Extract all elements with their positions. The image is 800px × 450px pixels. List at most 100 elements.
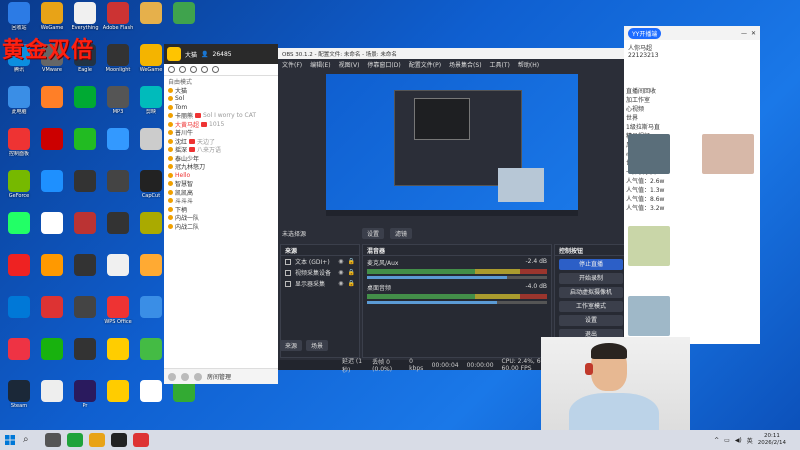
close-icon[interactable]: ✕ <box>751 30 756 37</box>
desktop-icon[interactable] <box>134 254 168 294</box>
music-icon[interactable] <box>194 372 202 381</box>
desktop-icon[interactable] <box>101 254 135 294</box>
desktop-icon[interactable] <box>68 86 102 126</box>
list-item[interactable]: 内战二队 <box>168 222 274 231</box>
desktop-icon[interactable]: CapCut <box>134 170 168 210</box>
list-item[interactable]: 沈红 天边了 <box>168 137 274 146</box>
desktop-icon[interactable] <box>2 338 36 378</box>
source-item[interactable]: 显示器采集 ◉ 🔒 <box>281 278 359 289</box>
desktop-icon[interactable]: 控制面板 <box>2 128 36 168</box>
list-item[interactable]: 斗斗斗 <box>168 197 274 205</box>
list-item[interactable]: 冠九林怒刀 <box>168 163 274 171</box>
room-manage-label[interactable]: 房间管理 <box>207 372 231 381</box>
desktop-icon[interactable]: Moonlight <box>101 44 135 84</box>
list-item[interactable]: Hello <box>168 171 274 180</box>
taskbar-app2-icon[interactable] <box>133 433 149 447</box>
desktop-icon[interactable] <box>35 254 69 294</box>
control-button[interactable]: 启动虚拟摄像机 <box>559 287 623 298</box>
menu-item[interactable]: 配置文件(P) <box>409 60 441 69</box>
volume-slider[interactable] <box>367 276 547 279</box>
volume-icon[interactable]: ◀) <box>735 437 742 444</box>
list-item[interactable]: Sol <box>168 95 274 104</box>
desktop-icon[interactable]: WPS Office <box>101 296 135 336</box>
desktop-icon[interactable] <box>134 338 168 378</box>
desktop-icon[interactable]: MP3 <box>101 86 135 126</box>
source-item[interactable]: 文本 (GDI+) ◉ 🔒 <box>281 256 359 267</box>
desktop-icon[interactable] <box>134 128 168 168</box>
menu-item[interactable]: 帮助(H) <box>518 60 539 69</box>
list-item[interactable]: 下柄 <box>168 205 274 214</box>
list-icon[interactable] <box>212 66 219 73</box>
list-item[interactable]: 凯凯高 <box>168 188 274 197</box>
search-icon[interactable]: ⌕ <box>23 433 39 447</box>
thumb-2[interactable] <box>702 134 754 174</box>
volume-slider[interactable] <box>367 301 547 304</box>
desktop-icon[interactable] <box>68 170 102 210</box>
thumb-4[interactable] <box>628 296 670 336</box>
list-item[interactable]: 内战一队 <box>168 214 274 222</box>
list-item[interactable]: 大黄马超 1015 <box>168 120 274 129</box>
desktop-icon[interactable] <box>68 338 102 378</box>
desktop-icon[interactable]: 此电脑 <box>2 86 36 126</box>
desktop-icon[interactable] <box>134 296 168 336</box>
desktop-icon[interactable] <box>68 128 102 168</box>
obs-preview[interactable] <box>326 74 578 216</box>
thumb-1[interactable] <box>628 134 670 174</box>
desktop-icon[interactable] <box>134 2 168 42</box>
list-item[interactable]: 大猫 <box>168 86 274 95</box>
search-icon[interactable] <box>179 66 186 73</box>
message-icon[interactable] <box>201 66 208 73</box>
tab-sources[interactable]: 来源 <box>280 340 303 351</box>
taskbar-app-icon[interactable] <box>67 433 83 447</box>
chevron-up-icon[interactable]: ^ <box>714 437 719 444</box>
source-settings-button[interactable]: 设置 <box>362 227 385 239</box>
desktop-icon[interactable]: Pr <box>68 380 102 420</box>
source-filters-button[interactable]: 滤镜 <box>390 227 413 239</box>
list-item[interactable]: Tom <box>168 103 274 112</box>
lock-icon[interactable]: 🔒 <box>348 258 355 265</box>
menu-item[interactable]: 场景集合(S) <box>449 60 482 69</box>
taskbar-obs-icon[interactable] <box>111 433 127 447</box>
taskbar-folder-icon[interactable] <box>89 433 105 447</box>
desktop-icon[interactable] <box>101 380 135 420</box>
yy-mode-select[interactable]: 自由模式 <box>164 76 278 86</box>
desktop-icon[interactable] <box>35 212 69 252</box>
desktop-icon[interactable] <box>101 212 135 252</box>
menu-item[interactable]: 停靠窗口(D) <box>367 60 400 69</box>
source-item[interactable]: 视频采集设备 ◉ 🔒 <box>281 267 359 278</box>
desktop-icon[interactable] <box>101 170 135 210</box>
yy-start-pill[interactable]: YY开播端 <box>628 27 662 39</box>
settings-icon[interactable] <box>190 66 197 73</box>
desktop-icon[interactable] <box>134 212 168 252</box>
eye-icon[interactable]: ◉ <box>338 258 343 265</box>
thumb-3[interactable] <box>628 226 670 266</box>
lock-icon[interactable]: 🔒 <box>348 269 355 276</box>
desktop-icon[interactable]: 剪映 <box>134 86 168 126</box>
home-icon[interactable] <box>168 66 175 73</box>
desktop-icon[interactable] <box>35 86 69 126</box>
menu-item[interactable]: 编辑(E) <box>310 60 330 69</box>
desktop-icon[interactable]: GeForce <box>2 170 36 210</box>
desktop-icon[interactable] <box>2 212 36 252</box>
control-button[interactable]: 工作室模式 <box>559 301 623 312</box>
tab-scenes[interactable]: 场景 <box>306 340 329 351</box>
start-button[interactable] <box>0 430 20 450</box>
desktop-icon[interactable]: Steam <box>2 380 36 420</box>
desktop-icon[interactable] <box>35 380 69 420</box>
menu-item[interactable]: 视图(V) <box>339 60 360 69</box>
desktop-icon[interactable] <box>35 296 69 336</box>
desktop-icon[interactable] <box>134 380 168 420</box>
desktop-icon[interactable] <box>167 2 201 42</box>
clock[interactable]: 20:11 2026/2/14 <box>758 433 786 447</box>
eye-icon[interactable]: ◉ <box>338 269 343 276</box>
task-view-icon[interactable] <box>45 433 61 447</box>
desktop-icon[interactable]: Adobe Flash <box>101 2 135 42</box>
control-button[interactable]: 设置 <box>559 315 623 326</box>
desktop-icon[interactable] <box>2 296 36 336</box>
desktop-icon[interactable] <box>35 170 69 210</box>
lock-icon[interactable]: 🔒 <box>348 280 355 287</box>
desktop-icon[interactable] <box>101 338 135 378</box>
list-item[interactable]: 摇深 八来万语 <box>168 146 274 154</box>
minimize-icon[interactable]: — <box>741 30 747 37</box>
desktop-icon[interactable]: WeGame <box>134 44 168 84</box>
